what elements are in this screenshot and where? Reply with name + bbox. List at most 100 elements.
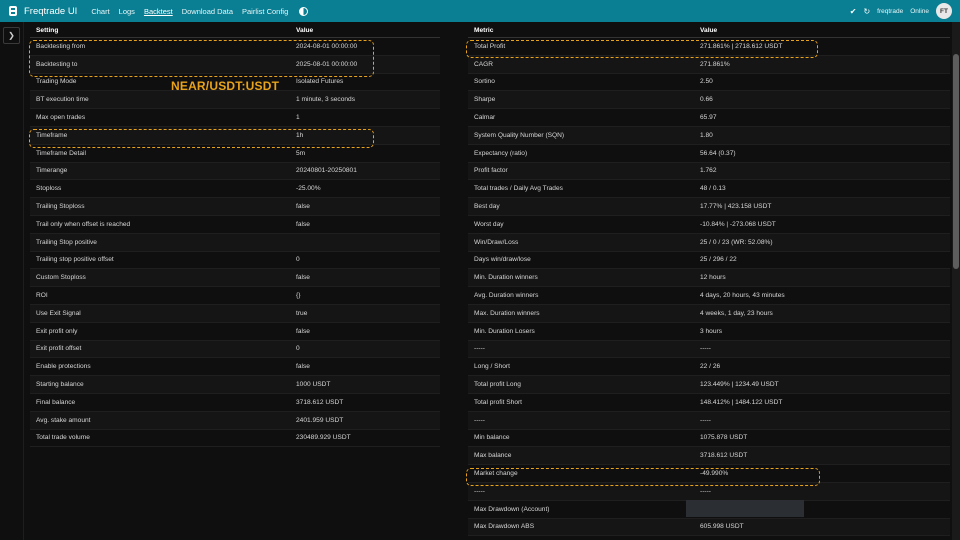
- setting-row: Timerange 20240801-20250801: [30, 162, 440, 181]
- metric-label: Max. Duration winners: [474, 309, 540, 317]
- metric-row: Max balance 3718.612 USDT: [468, 447, 950, 466]
- setting-value: 1 minute, 3 seconds: [296, 96, 356, 104]
- setting-row: Backtesting from 2024-08-01 00:00:00: [30, 38, 440, 56]
- setting-label: Final balance: [36, 398, 76, 406]
- metric-row: Days win/draw/lose 25 / 296 / 22: [468, 252, 950, 270]
- metric-label: Worst day: [474, 220, 504, 228]
- setting-label: Exit profit offset: [36, 345, 82, 353]
- metric-value: 1075.878 USDT: [700, 434, 748, 442]
- setting-row: Timeframe Detail 5m: [30, 145, 440, 163]
- metric-label: Max Drawdown (Account): [474, 505, 550, 513]
- metric-row: Best day 17.77% | 423.158 USDT: [468, 198, 950, 216]
- metric-label: Min balance: [474, 434, 510, 442]
- metric-label: Calmar: [474, 114, 496, 122]
- setting-label: ROI: [36, 292, 48, 300]
- metric-row: Min. Duration winners 12 hours: [468, 269, 950, 288]
- metric-row: Max Drawdown ABS 605.998 USDT: [468, 518, 950, 537]
- setting-value: false: [296, 203, 310, 211]
- metric-label: Market change: [474, 470, 518, 478]
- metric-value: 25 / 0 / 23 (WR: 52.08%): [700, 238, 773, 246]
- metric-row: Profit factor 1.762: [468, 162, 950, 181]
- setting-value: 0: [296, 345, 300, 353]
- bot-status: Online: [910, 7, 929, 15]
- metric-row: Total profit Long 123.449% | 1234.49 USDT: [468, 376, 950, 394]
- header-setting: Setting: [36, 27, 59, 34]
- metric-row: ----- -----: [468, 482, 950, 501]
- metric-label: Max Drawdown ABS: [474, 523, 535, 531]
- metric-row: Worst day -10.84% | -273.068 USDT: [468, 216, 950, 234]
- setting-label: Trailing Stop positive: [36, 238, 97, 246]
- page-scrollbar[interactable]: [952, 22, 960, 540]
- freqtrade-logo-icon: [9, 6, 17, 16]
- metric-row: Calmar 65.97: [468, 109, 950, 127]
- metric-row: Total profit Short 148.412% | 1484.122 US…: [468, 394, 950, 412]
- setting-label: Timeframe: [36, 131, 68, 139]
- metric-row: Long / Short 22 / 26: [468, 358, 950, 377]
- chevron-right-icon[interactable]: ❯: [3, 27, 20, 44]
- setting-row: Use Exit Signal true: [30, 304, 440, 323]
- metric-row: Expectancy (ratio) 56.64 (0.37): [468, 145, 950, 163]
- brand-title[interactable]: Freqtrade UI: [24, 6, 77, 17]
- setting-row: Trail only when offset is reached false: [30, 216, 440, 234]
- setting-value: Isolated Futures: [296, 78, 344, 86]
- metric-value: -----: [700, 345, 711, 353]
- setting-value: 1000 USDT: [296, 381, 331, 389]
- setting-label: BT execution time: [36, 96, 89, 104]
- nav-link-logs[interactable]: Logs: [119, 7, 135, 16]
- avatar[interactable]: FT: [936, 3, 952, 19]
- setting-row: Backtesting to 2025-08-01 00:00:00: [30, 55, 440, 74]
- metric-value: 123.449% | 1234.49 USDT: [700, 381, 779, 389]
- metric-label: Days win/draw/lose: [474, 256, 531, 264]
- setting-label: Starting balance: [36, 381, 84, 389]
- nav-link-pairlist-config[interactable]: Pairlist Config: [242, 7, 288, 16]
- metric-value: 2.50: [700, 78, 713, 86]
- metric-label: Min. Duration Losers: [474, 327, 535, 335]
- metric-label: Total profit Long: [474, 381, 521, 389]
- setting-value: 5m: [296, 149, 306, 157]
- setting-value: 20240801-20250801: [296, 167, 357, 175]
- metric-value: 1.762: [700, 167, 717, 175]
- setting-label: Use Exit Signal: [36, 309, 81, 317]
- nav-link-backtest[interactable]: Backtest: [144, 7, 173, 16]
- setting-value: 0: [296, 256, 300, 264]
- metric-value: 17.77% | 423.158 USDT: [700, 203, 772, 211]
- setting-row: Total trade volume 230489.929 USDT: [30, 430, 440, 448]
- metric-value: 1.80: [700, 131, 713, 139]
- setting-label: Backtesting to: [36, 60, 78, 68]
- metric-row: Min balance 1075.878 USDT: [468, 430, 950, 448]
- setting-label: Trail only when offset is reached: [36, 220, 131, 228]
- metric-row: CAGR 271.861%: [468, 55, 950, 74]
- metric-label: Min. Duration winners: [474, 274, 538, 282]
- metric-row: Avg. Duration winners 4 days, 20 hours, 4…: [468, 287, 950, 305]
- metric-label: Total Profit: [474, 42, 506, 50]
- setting-row: Trailing stop positive offset 0: [30, 252, 440, 270]
- settings-table-header: Setting Value: [30, 24, 440, 38]
- metric-label: Total profit Short: [474, 398, 523, 406]
- theme-toggle-icon[interactable]: [299, 6, 309, 16]
- setting-row: Exit profit offset 0: [30, 340, 440, 359]
- metric-row: Market change -49.990%: [468, 465, 950, 483]
- metric-label: Best day: [474, 203, 500, 211]
- nav-link-chart[interactable]: Chart: [91, 7, 109, 16]
- check-icon[interactable]: ✔: [850, 7, 857, 16]
- setting-row: Starting balance 1000 USDT: [30, 376, 440, 394]
- header-value: Value: [700, 27, 718, 34]
- setting-value: false: [296, 274, 310, 282]
- setting-label: Trailing Stoploss: [36, 203, 85, 211]
- sidebar: ❯: [0, 22, 24, 540]
- metric-value: 4 weeks, 1 day, 23 hours: [700, 309, 773, 317]
- metric-label: -----: [474, 416, 485, 424]
- scrollbar-thumb[interactable]: [953, 54, 959, 269]
- metric-label: Total trades / Daily Avg Trades: [474, 185, 563, 193]
- nav-link-download-data[interactable]: Download Data: [182, 7, 233, 16]
- metric-value: -10.84% | -273.068 USDT: [700, 220, 776, 228]
- setting-row: Trailing Stoploss false: [30, 198, 440, 216]
- metric-label: System Quality Number (SQN): [474, 131, 565, 139]
- metric-row: Sharpe 0.66: [468, 91, 950, 110]
- metric-value: 3718.612 USDT: [700, 452, 748, 460]
- metric-row: Sortino 2.50: [468, 74, 950, 92]
- metric-row: ----- -----: [468, 340, 950, 359]
- masked-value-block: [686, 499, 804, 517]
- refresh-icon[interactable]: ↻: [863, 7, 870, 16]
- setting-label: Timeframe Detail: [36, 149, 86, 157]
